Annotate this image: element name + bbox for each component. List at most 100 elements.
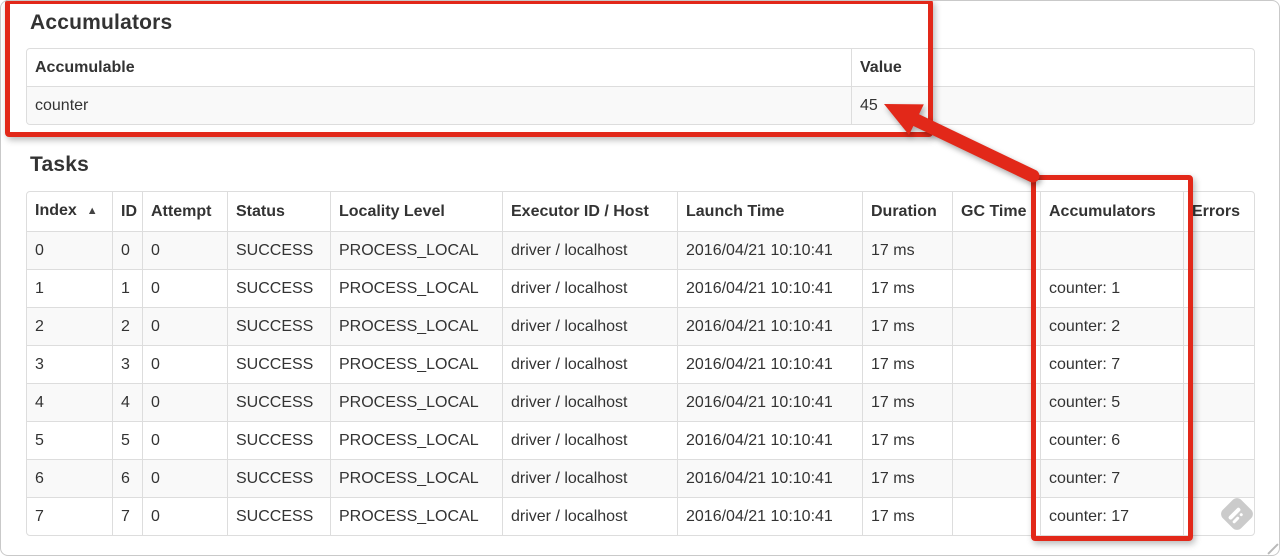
cell-gc-time [952, 459, 1040, 497]
cell-executor-id-host: driver / localhost [502, 345, 677, 383]
cell-attempt: 0 [142, 231, 227, 269]
cell-errors [1183, 421, 1254, 459]
cell-gc-time [952, 345, 1040, 383]
cell-gc-time [952, 383, 1040, 421]
watermark-stripe [1232, 516, 1241, 525]
cell-attempt: 0 [142, 383, 227, 421]
cell-locality-level: PROCESS_LOCAL [330, 459, 502, 497]
cell-executor-id-host: driver / localhost [502, 383, 677, 421]
accumulators-table: Accumulable Value counter 45 [26, 48, 1255, 125]
cell-status: SUCCESS [227, 231, 330, 269]
cell-status: SUCCESS [227, 497, 330, 535]
cell-executor-id-host: driver / localhost [502, 459, 677, 497]
cell-status: SUCCESS [227, 383, 330, 421]
table-row: 0 0 0 SUCCESS PROCESS_LOCAL driver / localhos… [27, 231, 1254, 269]
screenshot-tool-watermark-icon [1218, 495, 1256, 533]
column-header-executor-id-host[interactable]: Executor ID / Host [502, 192, 677, 231]
cell-locality-level: PROCESS_LOCAL [330, 383, 502, 421]
table-row: 3 3 0 SUCCESS PROCESS_LOCAL driver / localhos… [27, 345, 1254, 383]
column-header-id[interactable]: ID [112, 192, 142, 231]
cell-errors [1183, 459, 1254, 497]
cell-attempt: 0 [142, 459, 227, 497]
cell-attempt: 0 [142, 497, 227, 535]
column-header-index[interactable]: Index ▲ [27, 192, 112, 231]
cell-attempt: 0 [142, 269, 227, 307]
cell-accumulators: counter: 17 [1040, 497, 1183, 535]
cell-index: 2 [27, 307, 112, 345]
accumulators-header-row: Accumulable Value [27, 49, 1254, 86]
column-header-index-label: Index [35, 202, 77, 219]
cell-errors [1183, 383, 1254, 421]
cell-status: SUCCESS [227, 269, 330, 307]
window-corner-mark [1267, 543, 1279, 555]
cell-id: 6 [112, 459, 142, 497]
cell-launch-time: 2016/04/21 10:10:41 [677, 459, 862, 497]
cell-duration: 17 ms [862, 459, 952, 497]
cell-index: 6 [27, 459, 112, 497]
cell-executor-id-host: driver / localhost [502, 307, 677, 345]
cell-errors [1183, 307, 1254, 345]
cell-status: SUCCESS [227, 307, 330, 345]
cell-errors [1183, 231, 1254, 269]
cell-locality-level: PROCESS_LOCAL [330, 307, 502, 345]
cell-duration: 17 ms [862, 383, 952, 421]
cell-id: 2 [112, 307, 142, 345]
cell-gc-time [952, 307, 1040, 345]
spark-stage-page: { "accumulators_section": { "title": "Ac… [0, 0, 1280, 556]
cell-index: 1 [27, 269, 112, 307]
cell-launch-time: 2016/04/21 10:10:41 [677, 345, 862, 383]
cell-executor-id-host: driver / localhost [502, 231, 677, 269]
column-header-status[interactable]: Status [227, 192, 330, 231]
cell-accumulators: counter: 6 [1040, 421, 1183, 459]
cell-gc-time [952, 231, 1040, 269]
cell-index: 0 [27, 231, 112, 269]
column-header-value[interactable]: Value [851, 49, 1254, 86]
cell-attempt: 0 [142, 345, 227, 383]
table-row: counter 45 [27, 86, 1254, 124]
cell-launch-time: 2016/04/21 10:10:41 [677, 269, 862, 307]
cell-launch-time: 2016/04/21 10:10:41 [677, 383, 862, 421]
cell-gc-time [952, 421, 1040, 459]
cell-accumulators: counter: 5 [1040, 383, 1183, 421]
column-header-errors[interactable]: Errors [1183, 192, 1254, 231]
cell-status: SUCCESS [227, 459, 330, 497]
cell-locality-level: PROCESS_LOCAL [330, 269, 502, 307]
cell-index: 4 [27, 383, 112, 421]
cell-id: 1 [112, 269, 142, 307]
column-header-accumulable[interactable]: Accumulable [27, 49, 851, 86]
cell-accumulators: counter: 7 [1040, 345, 1183, 383]
cell-duration: 17 ms [862, 345, 952, 383]
watermark-dot [1239, 512, 1244, 518]
cell-locality-level: PROCESS_LOCAL [330, 497, 502, 535]
column-header-attempt[interactable]: Attempt [142, 192, 227, 231]
cell-accumulators: counter: 2 [1040, 307, 1183, 345]
table-row: 2 2 0 SUCCESS PROCESS_LOCAL driver / localhos… [27, 307, 1254, 345]
cell-duration: 17 ms [862, 421, 952, 459]
cell-attempt: 0 [142, 307, 227, 345]
cell-locality-level: PROCESS_LOCAL [330, 421, 502, 459]
cell-value: 45 [851, 86, 1254, 124]
cell-errors [1183, 345, 1254, 383]
column-header-launch-time[interactable]: Launch Time [677, 192, 862, 231]
cell-id: 5 [112, 421, 142, 459]
column-header-gc-time[interactable]: GC Time [952, 192, 1040, 231]
cell-duration: 17 ms [862, 307, 952, 345]
cell-executor-id-host: driver / localhost [502, 497, 677, 535]
tasks-table: Index ▲ ID Attempt Status Locality Level … [26, 191, 1255, 536]
column-header-accumulators[interactable]: Accumulators [1040, 192, 1183, 231]
cell-status: SUCCESS [227, 421, 330, 459]
table-row: 7 7 0 SUCCESS PROCESS_LOCAL driver / localhos… [27, 497, 1254, 535]
cell-accumulators [1040, 231, 1183, 269]
column-header-duration[interactable]: Duration [862, 192, 952, 231]
cell-index: 7 [27, 497, 112, 535]
cell-index: 3 [27, 345, 112, 383]
cell-duration: 17 ms [862, 497, 952, 535]
cell-launch-time: 2016/04/21 10:10:41 [677, 231, 862, 269]
column-header-locality-level[interactable]: Locality Level [330, 192, 502, 231]
cell-status: SUCCESS [227, 345, 330, 383]
cell-locality-level: PROCESS_LOCAL [330, 231, 502, 269]
cell-executor-id-host: driver / localhost [502, 421, 677, 459]
table-row: 4 4 0 SUCCESS PROCESS_LOCAL driver / localhos… [27, 383, 1254, 421]
accumulators-section-title: Accumulators [30, 11, 173, 34]
cell-launch-time: 2016/04/21 10:10:41 [677, 497, 862, 535]
